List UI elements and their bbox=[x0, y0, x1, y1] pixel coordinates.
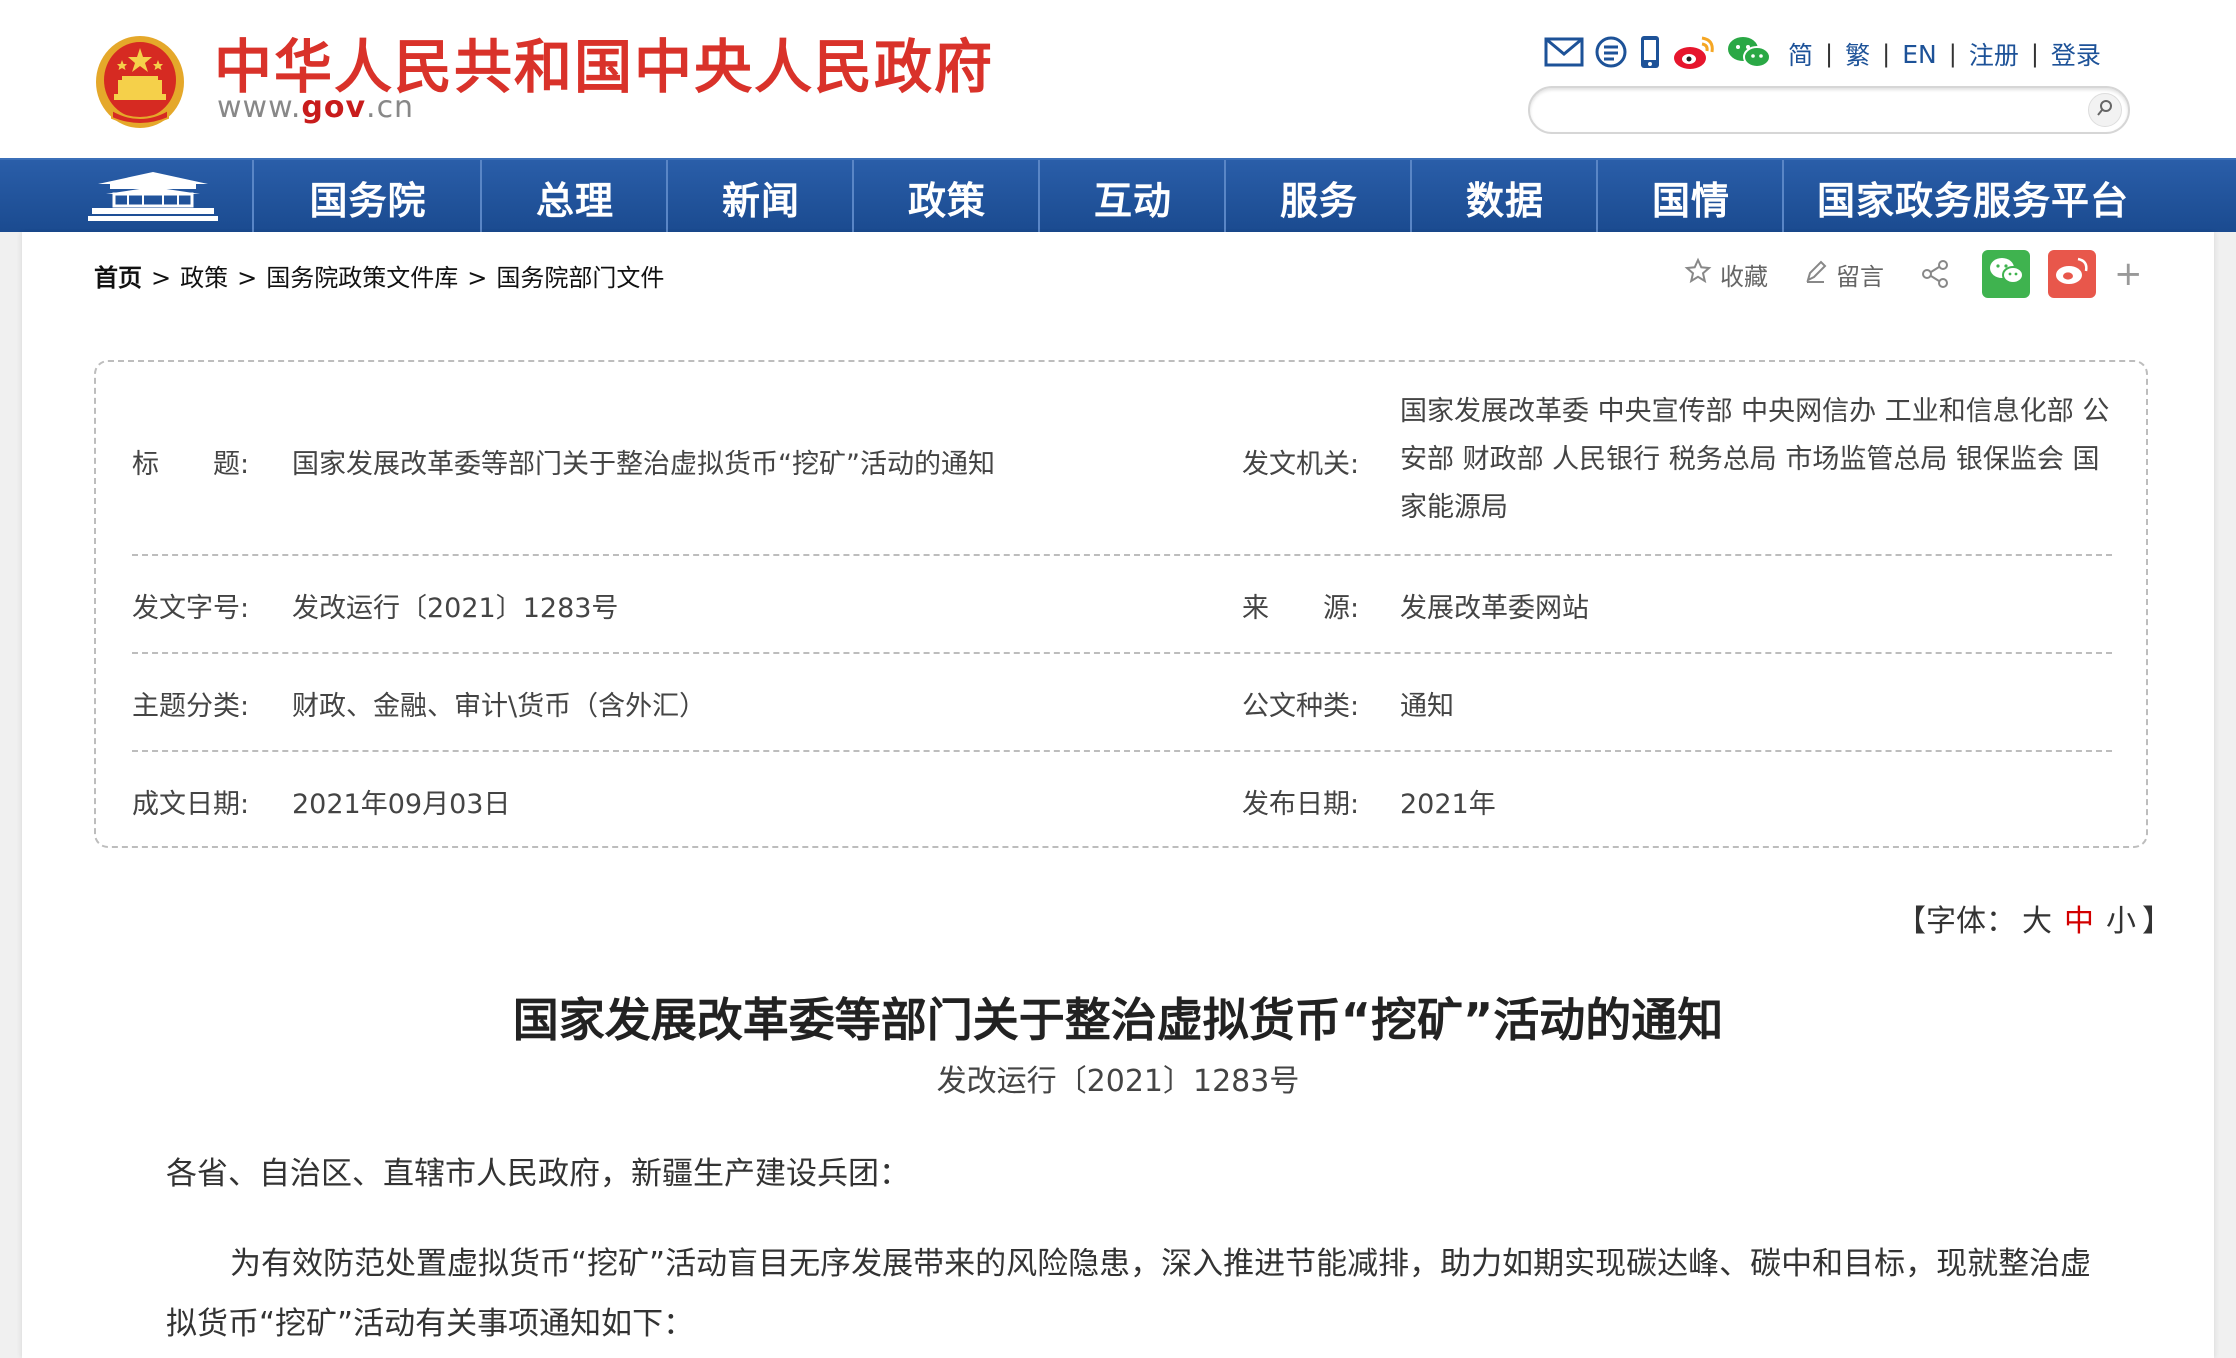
main-nav: 国务院 总理 新闻 政策 互动 服务 数据 国情 国家政务服务平台 bbox=[0, 158, 2236, 234]
domain-suffix: .cn bbox=[366, 90, 415, 125]
separator: | bbox=[1948, 40, 1957, 68]
nav-item-policy[interactable]: 政策 bbox=[852, 160, 1040, 234]
site-domain: www.gov.cn bbox=[217, 90, 414, 125]
published-date-value: 2021年 bbox=[1400, 789, 1496, 820]
lang-traditional-link[interactable]: 繁 bbox=[1845, 36, 1870, 72]
written-date-label: 成文日期: bbox=[132, 789, 250, 820]
row-divider bbox=[132, 652, 2112, 654]
type-value: 通知 bbox=[1400, 691, 1454, 722]
national-emblem-icon[interactable] bbox=[92, 30, 188, 130]
document-info-box: 标 题: 国家发展改革委等部门关于整治虚拟货币“挖矿”活动的通知 发文机关: 国… bbox=[94, 360, 2148, 848]
nav-item-gov-service-platform[interactable]: 国家政务服务平台 bbox=[1782, 160, 2162, 234]
home-building-icon[interactable] bbox=[88, 170, 218, 224]
share-weibo-button[interactable] bbox=[2048, 250, 2096, 298]
document-paragraph: 为有效防范处置虚拟货币“挖矿”活动盲目无序发展带来的风险隐患，深入推进节能减排，… bbox=[166, 1246, 2092, 1342]
breadcrumb-dept-docs[interactable]: 国务院部门文件 bbox=[496, 264, 664, 292]
published-date-label: 发布日期: bbox=[1242, 789, 1360, 820]
breadcrumb-home[interactable]: 首页 bbox=[94, 264, 142, 292]
search-button[interactable] bbox=[2088, 93, 2122, 127]
top-links: 简 | 繁 | EN | 注册 | 登录 bbox=[1544, 32, 2101, 76]
nav-item-national-info[interactable]: 国情 bbox=[1596, 160, 1784, 234]
register-link[interactable]: 注册 bbox=[1969, 36, 2019, 72]
issuer-label: 发文机关: bbox=[1242, 449, 1360, 480]
breadcrumb-arrow: > bbox=[237, 264, 258, 292]
breadcrumb-arrow: > bbox=[151, 264, 172, 292]
font-size-prefix: 【字体： bbox=[1896, 904, 2016, 939]
more-plus-icon[interactable]: + bbox=[2114, 254, 2143, 294]
favorite-label: 收藏 bbox=[1720, 262, 1768, 291]
weibo-icon[interactable] bbox=[1672, 34, 1716, 74]
document-number: 发改运行〔2021〕1283号 bbox=[936, 1064, 1300, 1099]
share-icon[interactable] bbox=[1920, 259, 1958, 289]
domain-prefix: www. bbox=[217, 90, 302, 125]
search-box bbox=[1528, 86, 2130, 134]
type-label: 公文种类: bbox=[1242, 691, 1360, 722]
mail-icon[interactable] bbox=[1544, 37, 1584, 71]
lang-simplified-link[interactable]: 简 bbox=[1788, 36, 1813, 72]
row-divider bbox=[132, 750, 2112, 752]
title-value: 国家发展改革委等部门关于整治虚拟货币“挖矿”活动的通知 bbox=[292, 449, 995, 480]
separator: | bbox=[2030, 40, 2039, 68]
nav-item-interaction[interactable]: 互动 bbox=[1038, 160, 1226, 234]
font-size-medium[interactable]: 中 bbox=[2064, 904, 2094, 939]
issuer-value: 国家发展改革委 中央宣传部 中央网信办 工业和信息化部 公安部 财政部 人民银行… bbox=[1400, 396, 2110, 523]
wechat-icon bbox=[1988, 256, 2024, 292]
star-icon bbox=[1684, 257, 1720, 291]
site-header: 中华人民共和国中央人民政府 www.gov.cn 简 | 繁 | EN | 注册… bbox=[0, 0, 2236, 158]
breadcrumb: 首页 > 政策 > 国务院政策文件库 > 国务院部门文件 bbox=[94, 258, 664, 293]
weibo-icon bbox=[2054, 256, 2090, 292]
comment-label: 留言 bbox=[1836, 262, 1884, 291]
favorite-button[interactable]: 收藏 bbox=[1684, 257, 1768, 292]
font-size-small[interactable]: 小 bbox=[2106, 904, 2136, 939]
share-wechat-button[interactable] bbox=[1982, 250, 2030, 298]
topic-label: 主题分类: bbox=[132, 691, 250, 722]
topic-value: 财政、金融、审计\货币（含外汇） bbox=[292, 691, 707, 722]
share-toolbar: 收藏 留言 + bbox=[1684, 250, 2143, 298]
page-margin-left bbox=[0, 232, 22, 1358]
docno-label: 发文字号: bbox=[132, 593, 250, 624]
breadcrumb-policy-library[interactable]: 国务院政策文件库 bbox=[266, 264, 458, 292]
wechat-icon[interactable] bbox=[1726, 34, 1772, 74]
source-value: 发展改革委网站 bbox=[1400, 593, 1589, 624]
nav-item-state-council[interactable]: 国务院 bbox=[252, 160, 482, 234]
search-icon bbox=[2096, 99, 2114, 121]
breadcrumb-arrow: > bbox=[467, 264, 488, 292]
message-icon[interactable] bbox=[1594, 35, 1628, 73]
separator: | bbox=[1882, 40, 1891, 68]
nav-item-data[interactable]: 数据 bbox=[1410, 160, 1598, 234]
nav-item-premier[interactable]: 总理 bbox=[480, 160, 668, 234]
comment-button[interactable]: 留言 bbox=[1804, 257, 1884, 292]
document-title: 国家发展改革委等部门关于整治虚拟货币“挖矿”活动的通知 bbox=[512, 993, 1724, 1047]
row-divider bbox=[132, 554, 2112, 556]
login-link[interactable]: 登录 bbox=[2051, 36, 2101, 72]
search-input[interactable] bbox=[1548, 94, 2052, 126]
page-margin-right bbox=[2214, 232, 2236, 1358]
domain-main: gov bbox=[301, 90, 367, 125]
lang-links: 简 | 繁 | EN | 注册 | 登录 bbox=[1788, 36, 2101, 72]
lang-english-link[interactable]: EN bbox=[1902, 40, 1937, 69]
docno-value: 发改运行〔2021〕1283号 bbox=[292, 593, 619, 624]
pencil-icon bbox=[1804, 258, 1836, 290]
nav-item-news[interactable]: 新闻 bbox=[666, 160, 854, 234]
written-date-value: 2021年09月03日 bbox=[292, 789, 511, 820]
separator: | bbox=[1825, 40, 1834, 68]
font-size-large[interactable]: 大 bbox=[2022, 904, 2052, 939]
font-size-suffix: 】 bbox=[2142, 904, 2172, 939]
document-salutation: 各省、自治区、直辖市人民政府，新疆生产建设兵团： bbox=[166, 1156, 910, 1192]
title-label: 标 题: bbox=[132, 449, 250, 480]
source-label: 来 源: bbox=[1242, 593, 1360, 624]
mobile-icon[interactable] bbox=[1638, 34, 1662, 74]
font-size-control: 【字体：大中小】 bbox=[1896, 896, 2172, 940]
nav-item-service[interactable]: 服务 bbox=[1224, 160, 1412, 234]
breadcrumb-policy[interactable]: 政策 bbox=[180, 264, 228, 292]
